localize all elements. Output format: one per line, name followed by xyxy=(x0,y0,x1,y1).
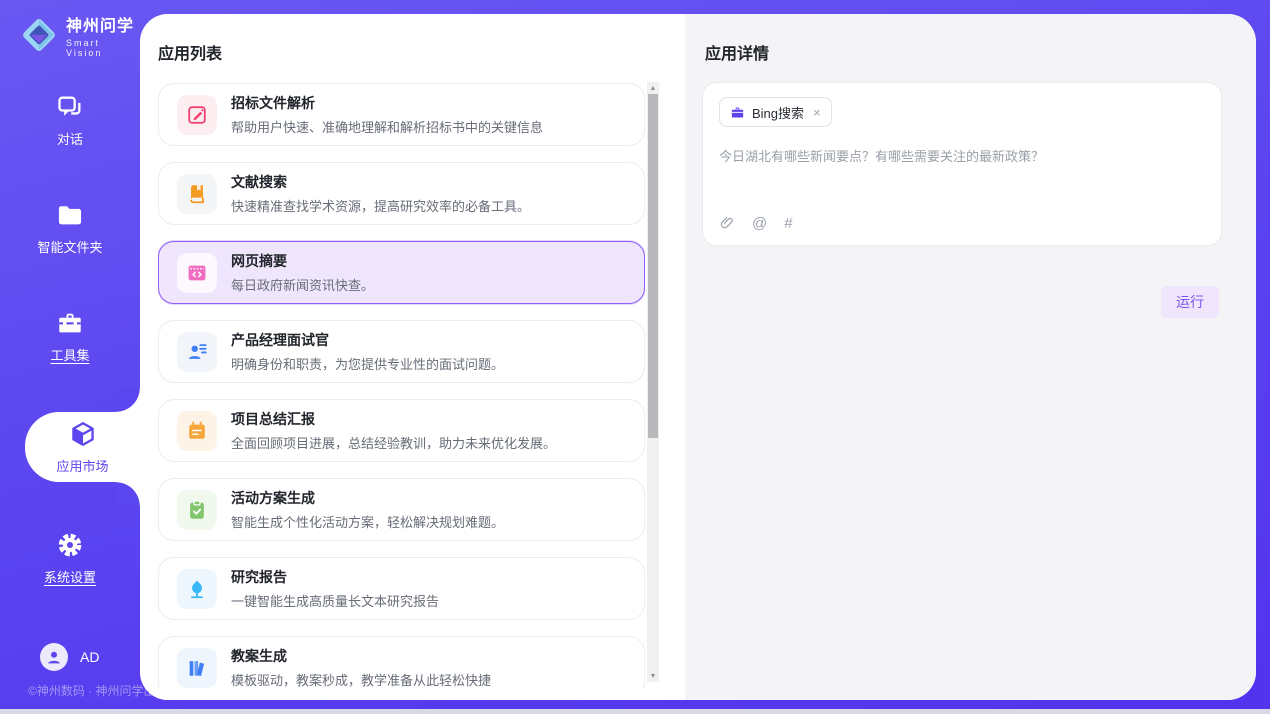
brand-name: 神州问学 xyxy=(66,12,140,36)
tag-close-icon[interactable]: × xyxy=(813,106,821,119)
user-row[interactable]: AD xyxy=(40,643,99,671)
scroll-down-icon[interactable]: ▼ xyxy=(647,670,659,682)
scroll-up-icon[interactable]: ▲ xyxy=(647,82,659,94)
app-desc: 全面回顾项目进展，总结经验教训，助力未来优化发展。 xyxy=(231,433,556,452)
list-item[interactable]: 项目总结汇报 全面回顾项目进展，总结经验教训，助力未来优化发展。 xyxy=(158,399,645,462)
interviewer-icon xyxy=(177,332,217,372)
app-title: 教案生成 xyxy=(231,646,491,666)
app-title: 招标文件解析 xyxy=(231,93,543,113)
tool-tag-label: Bing搜索 xyxy=(752,103,804,122)
app-title: 项目总结汇报 xyxy=(231,409,556,429)
app-desc: 一键智能生成高质量长文本研究报告 xyxy=(231,591,439,610)
attachment-toolbar: @ # xyxy=(719,215,1205,231)
list-item[interactable]: 教案生成 模板驱动，教案秒成，教学准备从此轻松快捷 xyxy=(158,636,645,688)
app-detail-section: 应用详情 Bing搜索 × 今日湖北有哪些新闻要点？有哪些需要关注的最新政策？ xyxy=(685,14,1256,700)
run-button[interactable]: 运行 xyxy=(1161,286,1219,318)
list-item[interactable]: 文献搜索 快速精准查找学术资源，提高研究效率的必备工具。 xyxy=(158,162,645,225)
book-icon xyxy=(177,174,217,214)
scrollbar-thumb[interactable] xyxy=(648,94,658,438)
app-window: 神州问学 Smart Vision 对话智能文件夹工具集应用市场系统设置 AD … xyxy=(0,0,1270,714)
hashtag-icon[interactable]: # xyxy=(784,216,792,231)
app-detail-title: 应用详情 xyxy=(705,40,769,64)
app-title: 网页摘要 xyxy=(231,251,374,271)
sidebar-nav: 对话智能文件夹工具集应用市场系统设置 xyxy=(0,88,140,634)
sidebar-item-label: 应用市场 xyxy=(56,456,108,475)
gear-icon xyxy=(56,531,84,559)
main-panel: 应用列表 招标文件解析 帮助用户快速、准确地理解和解析招标书中的关键信息 文献搜… xyxy=(140,14,1256,700)
brand: 神州问学 Smart Vision xyxy=(0,0,140,58)
app-list-title: 应用列表 xyxy=(158,40,222,64)
cube-icon xyxy=(69,420,97,448)
brand-subtitle: Smart Vision xyxy=(66,38,140,58)
web-code-icon xyxy=(177,253,217,293)
avatar xyxy=(40,643,68,671)
clipboard-check-icon xyxy=(177,490,217,530)
briefcase-icon xyxy=(730,105,745,120)
app-desc: 每日政府新闻资讯快查。 xyxy=(231,275,374,294)
bottom-strip xyxy=(0,709,1270,714)
folder-icon xyxy=(56,201,84,229)
query-input[interactable]: 今日湖北有哪些新闻要点？有哪些需要关注的最新政策？ xyxy=(719,147,1205,167)
sidebar-item-label: 工具集 xyxy=(50,345,89,364)
sidebar-item-4[interactable]: 系统设置 xyxy=(0,526,140,590)
sidebar-item-1[interactable]: 智能文件夹 xyxy=(0,196,140,260)
app-desc: 智能生成个性化活动方案，轻松解决规划难题。 xyxy=(231,512,504,531)
sidebar-item-label: 系统设置 xyxy=(44,567,96,586)
list-item[interactable]: 产品经理面试官 明确身份和职责，为您提供专业性的面试问题。 xyxy=(158,320,645,383)
user-name: AD xyxy=(80,649,99,665)
mention-icon[interactable]: @ xyxy=(752,216,767,231)
calendar-icon xyxy=(177,411,217,451)
app-list-section: 应用列表 招标文件解析 帮助用户快速、准确地理解和解析招标书中的关键信息 文献搜… xyxy=(140,14,685,700)
prompt-card: Bing搜索 × 今日湖北有哪些新闻要点？有哪些需要关注的最新政策？ @ # xyxy=(702,82,1222,246)
sidebar-item-label: 智能文件夹 xyxy=(37,237,102,256)
list-item[interactable]: 招标文件解析 帮助用户快速、准确地理解和解析招标书中的关键信息 xyxy=(158,83,645,146)
app-desc: 快速精准查找学术资源，提高研究效率的必备工具。 xyxy=(231,196,530,215)
paperclip-icon[interactable] xyxy=(719,215,735,231)
tool-tag-row: Bing搜索 × xyxy=(719,97,1205,127)
sidebar-item-label: 对话 xyxy=(57,129,83,148)
list-item[interactable]: 研究报告 一键智能生成高质量长文本研究报告 xyxy=(158,557,645,620)
chat-icon xyxy=(56,93,84,121)
app-title: 活动方案生成 xyxy=(231,488,504,508)
scrollbar[interactable]: ▲ ▼ xyxy=(647,82,659,682)
app-desc: 帮助用户快速、准确地理解和解析招标书中的关键信息 xyxy=(231,117,543,136)
sidebar-item-3[interactable]: 应用市场 xyxy=(25,412,140,482)
sidebar-item-2[interactable]: 工具集 xyxy=(0,304,140,368)
sidebar-item-0[interactable]: 对话 xyxy=(0,88,140,152)
app-title: 研究报告 xyxy=(231,567,439,587)
app-title: 文献搜索 xyxy=(231,172,530,192)
books-icon xyxy=(177,648,217,688)
sidebar: 神州问学 Smart Vision 对话智能文件夹工具集应用市场系统设置 AD … xyxy=(0,0,140,709)
ink-pen-icon xyxy=(177,569,217,609)
brand-logo-icon xyxy=(20,16,58,54)
app-desc: 模板驱动，教案秒成，教学准备从此轻松快捷 xyxy=(231,670,491,688)
list-item[interactable]: 活动方案生成 智能生成个性化活动方案，轻松解决规划难题。 xyxy=(158,478,645,541)
app-card-list: 招标文件解析 帮助用户快速、准确地理解和解析招标书中的关键信息 文献搜索 快速精… xyxy=(158,80,645,688)
app-desc: 明确身份和职责，为您提供专业性的面试问题。 xyxy=(231,354,504,373)
tool-tag[interactable]: Bing搜索 × xyxy=(719,97,832,127)
toolbox-icon xyxy=(56,309,84,337)
app-title: 产品经理面试官 xyxy=(231,330,504,350)
doc-edit-icon xyxy=(177,95,217,135)
list-item[interactable]: 网页摘要 每日政府新闻资讯快查。 xyxy=(158,241,645,304)
